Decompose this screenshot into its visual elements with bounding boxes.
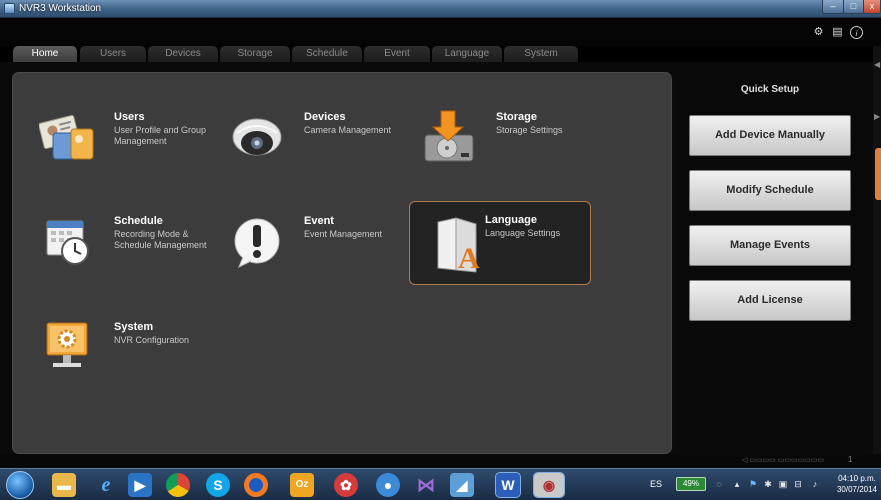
tab-devices[interactable]: Devices: [148, 46, 218, 62]
app-folder-icon[interactable]: ◢: [450, 473, 474, 497]
tile-title: Devices: [304, 111, 346, 123]
power-icon[interactable]: ⊟: [793, 479, 803, 489]
tray-app-icon[interactable]: ◌: [714, 479, 724, 489]
tile-description: NVR Configuration: [114, 335, 190, 345]
modify-schedule-button[interactable]: Modify Schedule: [689, 170, 851, 211]
clock-time: 04:10 p.m.: [838, 474, 876, 483]
tab-system[interactable]: System: [504, 46, 578, 62]
add-device-manually-button[interactable]: Add Device Manually: [689, 115, 851, 156]
tile-system[interactable]: System NVR Configuration: [39, 319, 219, 403]
tile-description: Storage Settings: [496, 125, 563, 135]
show-hidden-icons-icon[interactable]: ▴: [732, 479, 742, 489]
app-blue-icon[interactable]: ●: [376, 473, 400, 497]
tile-title: Event: [304, 215, 334, 227]
minimize-button[interactable]: –: [822, 0, 844, 14]
tab-event[interactable]: Event: [364, 46, 430, 62]
visual-studio-icon[interactable]: ⋈: [414, 473, 438, 497]
tile-description: Recording Mode & Schedule Management: [114, 229, 207, 250]
add-license-button[interactable]: Add License: [689, 280, 851, 321]
language-indicator[interactable]: ES: [650, 479, 662, 489]
start-button[interactable]: [6, 471, 34, 499]
windows-taskbar: ▬ e ▶ S Oz ✿ ● ⋈ ◢ W ◉ ES 49% ◌ ▴ ⚑ ✱ ▣ …: [0, 468, 881, 500]
svg-text:A: A: [458, 242, 480, 274]
word-icon[interactable]: W: [495, 472, 521, 498]
calendar-clock-icon: [46, 220, 89, 265]
app-header: ⚙ ▤ i: [0, 18, 881, 46]
language-book-icon: A: [437, 217, 480, 274]
taskbar-clock[interactable]: 04:10 p.m. 30/07/2014: [834, 473, 880, 495]
tile-description: User Profile and Group Management: [114, 125, 207, 146]
dome-camera-icon: [232, 118, 282, 156]
gear-icon[interactable]: ⚙: [812, 26, 825, 39]
media-player-icon[interactable]: ▶: [128, 473, 152, 497]
tile-title: Language: [485, 214, 537, 226]
tab-home[interactable]: Home: [13, 46, 77, 62]
tile-devices[interactable]: Devices Camera Management: [229, 109, 409, 193]
close-button[interactable]: x: [863, 0, 881, 14]
tray-flag-icon[interactable]: ⚑: [748, 479, 758, 489]
tile-event[interactable]: Event Event Management: [229, 213, 409, 297]
maximize-button[interactable]: □: [843, 0, 864, 14]
window-title: NVR3 Workstation: [19, 3, 102, 14]
chrome-icon[interactable]: [166, 473, 190, 497]
home-panel: Users User Profile and Group Management …: [12, 72, 672, 454]
tile-schedule[interactable]: Schedule Recording Mode & Schedule Manag…: [39, 213, 219, 297]
users-id-card-icon: [39, 114, 94, 160]
tab-language[interactable]: Language: [432, 46, 502, 62]
tile-title: Users: [114, 111, 145, 123]
connection-count: 1: [848, 455, 853, 464]
tile-title: System: [114, 321, 154, 333]
explorer-icon[interactable]: ▬: [52, 473, 76, 497]
side-edge: [873, 46, 881, 454]
skype-icon[interactable]: S: [206, 473, 230, 497]
manage-events-button[interactable]: Manage Events: [689, 225, 851, 266]
monitor-gear-icon: [46, 322, 88, 367]
chevron-left-icon[interactable]: ◀: [874, 60, 880, 69]
tab-users[interactable]: Users: [80, 46, 146, 62]
tile-title: Schedule: [114, 215, 163, 227]
outlook-icon[interactable]: Oz: [290, 473, 314, 497]
network-icon[interactable]: ▣: [778, 479, 788, 489]
tab-bar: Home Users Devices Storage Schedule Even…: [0, 46, 881, 62]
chevron-right-icon[interactable]: ▶: [874, 112, 880, 121]
nvr-app-icon[interactable]: ◉: [533, 472, 565, 498]
tab-storage[interactable]: Storage: [220, 46, 290, 62]
status-bar: ◁ ▭▭▭▭ ▭▭▭▭▭▭▭ 1: [0, 454, 881, 468]
hard-drive-icon: [424, 110, 474, 162]
tile-title: Storage: [496, 111, 537, 123]
exclamation-bubble-icon: [234, 218, 280, 269]
internet-explorer-icon[interactable]: e: [94, 473, 118, 497]
battery-indicator[interactable]: 49%: [676, 477, 706, 491]
side-panel-handle[interactable]: [875, 148, 881, 200]
tile-users[interactable]: Users User Profile and Group Management: [39, 109, 219, 193]
firefox-icon[interactable]: [244, 473, 268, 497]
tile-language[interactable]: A Language Language Settings: [409, 201, 591, 285]
tile-storage[interactable]: Storage Storage Settings: [421, 109, 601, 193]
tray-gear-icon[interactable]: ✱: [763, 479, 773, 489]
tile-description: Event Management: [304, 229, 383, 239]
app-icon: [4, 3, 15, 14]
status-indicator-icon: ◁ ▭▭▭▭ ▭▭▭▭▭▭▭: [742, 457, 825, 464]
window-title-bar: NVR3 Workstation – □ x: [0, 0, 881, 18]
tab-schedule[interactable]: Schedule: [292, 46, 362, 62]
clock-date: 30/07/2014: [836, 485, 878, 494]
app-red-icon[interactable]: ✿: [334, 473, 358, 497]
volume-icon[interactable]: ♪: [810, 479, 820, 489]
quick-setup-title: Quick Setup: [740, 84, 800, 95]
tile-description: Camera Management: [304, 125, 392, 135]
document-icon[interactable]: ▤: [831, 26, 844, 39]
tile-description: Language Settings: [485, 228, 561, 238]
info-icon[interactable]: i: [850, 26, 863, 39]
quick-setup-panel: Quick Setup Add Device Manually Modify S…: [676, 74, 864, 454]
